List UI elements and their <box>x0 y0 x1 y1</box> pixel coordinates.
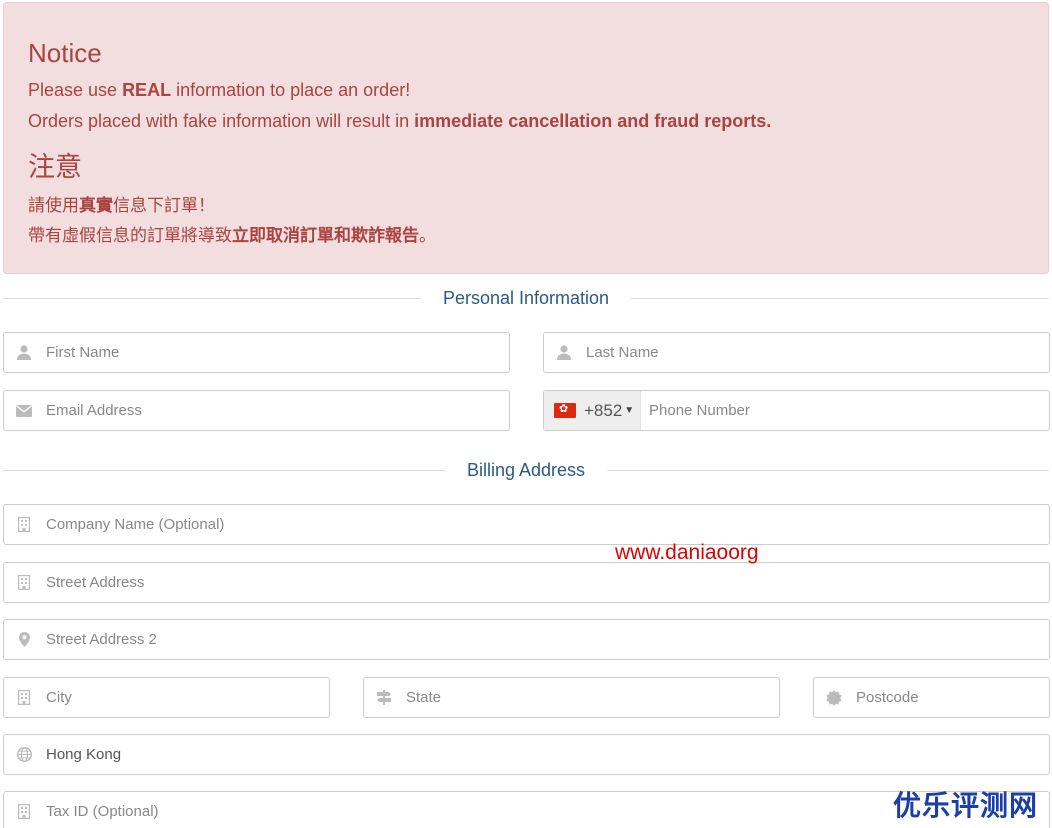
city-input[interactable] <box>44 678 329 717</box>
company-field[interactable] <box>3 504 1050 545</box>
notice-title-zh: 注意 <box>28 152 82 182</box>
first-name-field[interactable] <box>3 332 510 373</box>
notice-line-2: Orders placed with fake information will… <box>28 111 772 131</box>
email-input[interactable] <box>44 391 509 430</box>
notice-title: Notice <box>28 38 102 68</box>
last-name-input[interactable] <box>584 333 1049 372</box>
divider <box>607 469 1050 471</box>
personal-info-heading: Personal Information <box>3 285 1049 311</box>
brand-watermark: 优乐评测网 <box>893 790 1039 821</box>
phone-country-code: +852 <box>584 400 623 420</box>
postcode-input[interactable] <box>854 678 1052 717</box>
state-input[interactable] <box>404 678 779 717</box>
street-address-field[interactable] <box>3 562 1050 603</box>
user-icon <box>4 333 44 372</box>
phone-field[interactable]: +852 ▼ <box>543 390 1050 431</box>
user-icon <box>544 333 584 372</box>
city-field[interactable] <box>3 677 330 718</box>
company-input[interactable] <box>44 505 1049 544</box>
last-name-field[interactable] <box>543 332 1050 373</box>
divider <box>3 469 445 471</box>
building-icon <box>4 505 44 544</box>
divider <box>3 297 421 299</box>
notice-alert: Notice Please use REAL information to pl… <box>3 2 1049 274</box>
street-address-input[interactable] <box>44 563 1049 602</box>
section-title: Billing Address <box>466 459 586 480</box>
building-icon <box>4 563 44 602</box>
street-address-2-field[interactable] <box>3 619 1050 660</box>
signpost-icon <box>364 678 404 717</box>
street-address-2-input[interactable] <box>44 620 1049 659</box>
notice-line-zh-1: 請使用真實信息下訂單！ <box>28 196 215 215</box>
map-marker-icon <box>4 620 44 659</box>
postcode-field[interactable] <box>813 677 1052 718</box>
country-code-dropdown[interactable]: +852 ▼ <box>544 391 641 430</box>
state-field[interactable] <box>363 677 780 718</box>
billing-address-heading: Billing Address <box>3 457 1050 483</box>
envelope-icon <box>4 391 44 430</box>
hong-kong-flag-icon <box>554 402 576 418</box>
phone-input[interactable] <box>641 391 1049 430</box>
certificate-icon <box>814 678 854 717</box>
country-select[interactable]: Hong Kong <box>3 734 1050 775</box>
building-icon <box>4 678 44 717</box>
site-watermark: www.daniaoorg <box>615 541 759 564</box>
notice-line-1: Please use REAL information to place an … <box>28 80 411 100</box>
notice-line-zh-2: 帶有虛假信息的訂單將導致立即取消訂單和欺詐報告。 <box>28 226 436 245</box>
email-field[interactable] <box>3 390 510 431</box>
section-title: Personal Information <box>442 287 610 308</box>
globe-icon <box>4 735 44 774</box>
caret-down-icon: ▼ <box>624 405 635 416</box>
building-icon <box>4 792 44 828</box>
country-value: Hong Kong <box>46 746 122 763</box>
first-name-input[interactable] <box>44 333 509 372</box>
divider <box>631 297 1049 299</box>
